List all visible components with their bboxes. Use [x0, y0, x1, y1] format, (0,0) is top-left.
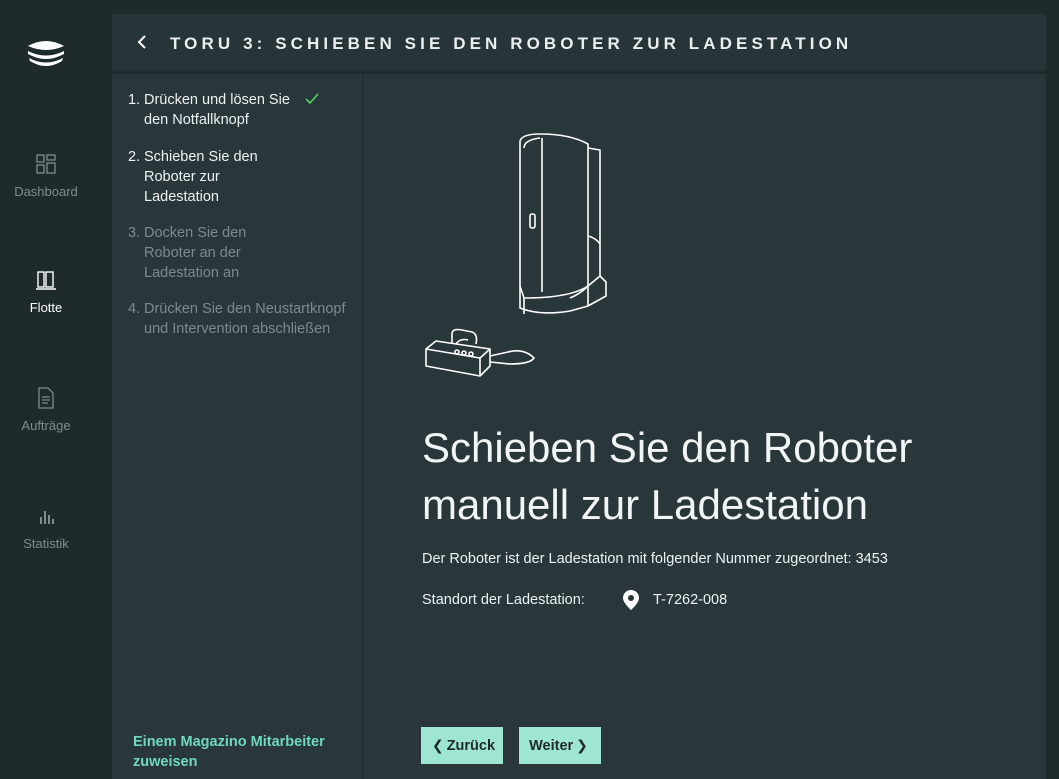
steps-panel: 1. Drücken und lösen Sie den Notfallknop…: [112, 74, 362, 779]
back-button-label: Zurück: [446, 737, 496, 754]
page-title: TORU 3: SCHIEBEN SIE DEN ROBOTER ZUR LAD…: [170, 34, 853, 53]
main-heading: Schieben Sie den Roboter manuell zur Lad…: [422, 424, 913, 528]
nav-label-dashboard: Dashboard: [14, 184, 78, 199]
nav-item-statistics[interactable]: Statistik: [0, 504, 92, 551]
dashboard-icon: [34, 152, 58, 176]
nav-item-orders[interactable]: Aufträge: [0, 386, 92, 433]
location-pin-icon: [622, 589, 640, 611]
step-number: 1.: [128, 92, 141, 108]
chevron-left-icon: ❮: [431, 737, 444, 753]
step-number: 3.: [128, 225, 141, 241]
next-button[interactable]: Weiter ❯: [519, 727, 601, 764]
nav-item-fleet[interactable]: Flotte: [0, 268, 92, 315]
location-label: Standort der Ladestation:: [422, 592, 585, 608]
station-number-info: Der Roboter ist der Ladestation mit folg…: [422, 551, 888, 567]
nav-label-fleet: Flotte: [29, 300, 63, 315]
page-header: TORU 3: SCHIEBEN SIE DEN ROBOTER ZUR LAD…: [112, 14, 1046, 72]
side-nav: Dashboard Flotte Aufträge Statistik: [0, 0, 112, 779]
nav-label-statistics: Statistik: [23, 536, 69, 551]
back-chevron-icon[interactable]: [132, 31, 154, 53]
step-item-2: 2. Schieben Sie den Roboter zur Ladestat…: [128, 147, 278, 207]
assign-employee-link[interactable]: Einem Magazino Mitarbeiter zuweisen: [133, 732, 353, 772]
robot-charging-station-illustration: [420, 126, 620, 386]
magazino-logo-icon[interactable]: [24, 30, 68, 74]
nav-label-orders: Aufträge: [21, 418, 71, 433]
location-value: T-7262-008: [653, 592, 728, 608]
step-text: Schieben Sie den Roboter zur Ladestation: [144, 149, 258, 205]
main-content: Schieben Sie den Roboter manuell zur Lad…: [364, 74, 1046, 779]
nav-item-dashboard[interactable]: Dashboard: [0, 152, 92, 199]
chevron-right-icon: ❯: [576, 737, 588, 753]
bar-chart-icon: [34, 504, 58, 528]
step-item-1: 1. Drücken und lösen Sie den Notfallknop…: [128, 90, 348, 130]
step-text: Drücken und lösen Sie den Notfallknopf: [144, 92, 290, 128]
next-button-label: Weiter: [529, 737, 574, 754]
step-item-4: 4. Drücken Sie den Neustartknopf und Int…: [128, 299, 362, 339]
step-item-3: 3. Docken Sie den Roboter an der Ladesta…: [128, 223, 278, 283]
step-number: 4.: [128, 301, 141, 317]
fleet-icon: [34, 268, 58, 292]
step-number: 2.: [128, 149, 141, 165]
document-icon: [34, 386, 58, 410]
back-button[interactable]: ❮ Zurück: [421, 727, 503, 764]
checkmark-icon: [304, 91, 320, 107]
step-text: Drücken Sie den Neustartknopf und Interv…: [144, 301, 346, 337]
step-text: Docken Sie den Roboter an der Ladestatio…: [144, 225, 247, 281]
